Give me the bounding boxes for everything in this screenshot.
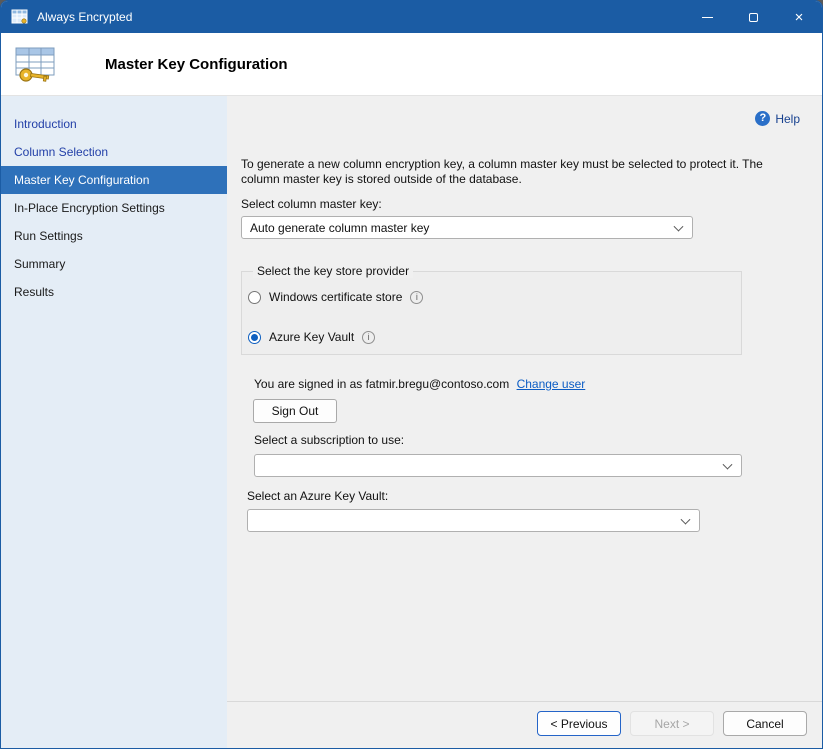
radio-windows-certificate-store[interactable]: Windows certificate store i bbox=[248, 290, 423, 304]
maximize-button[interactable] bbox=[730, 1, 776, 33]
previous-button[interactable]: < Previous bbox=[537, 711, 621, 736]
intro-text: To generate a new column encryption key,… bbox=[241, 157, 791, 187]
help-link[interactable]: ? Help bbox=[755, 111, 800, 126]
help-icon: ? bbox=[755, 111, 770, 126]
chevron-down-icon bbox=[681, 514, 691, 524]
minimize-button[interactable] bbox=[684, 1, 730, 33]
sidebar-item-in-place-encryption[interactable]: In-Place Encryption Settings bbox=[1, 194, 227, 222]
help-label: Help bbox=[775, 112, 800, 126]
page-title: Master Key Configuration bbox=[105, 56, 288, 73]
column-master-key-label: Select column master key: bbox=[241, 197, 382, 211]
key-store-provider-legend: Select the key store provider bbox=[253, 264, 413, 278]
sidebar-item-introduction[interactable]: Introduction bbox=[1, 110, 227, 138]
column-master-key-dropdown[interactable]: Auto generate column master key bbox=[241, 216, 693, 239]
sidebar-item-summary[interactable]: Summary bbox=[1, 250, 227, 278]
close-button[interactable]: × bbox=[776, 1, 822, 33]
chevron-down-icon bbox=[723, 459, 733, 469]
column-master-key-value: Auto generate column master key bbox=[250, 221, 429, 235]
sidebar-item-results[interactable]: Results bbox=[1, 278, 227, 306]
info-icon[interactable]: i bbox=[362, 331, 375, 344]
subscription-dropdown[interactable] bbox=[254, 454, 742, 477]
always-encrypted-window: Always Encrypted × Master Key Configurat… bbox=[0, 0, 823, 749]
sign-out-button[interactable]: Sign Out bbox=[253, 399, 337, 423]
radio-azure-key-vault-label: Azure Key Vault bbox=[269, 330, 354, 344]
sidebar-item-column-selection[interactable]: Column Selection bbox=[1, 138, 227, 166]
sign-in-status: You are signed in as fatmir.bregu@contos… bbox=[254, 377, 585, 391]
table-key-icon bbox=[11, 41, 59, 87]
wizard-header: Master Key Configuration bbox=[1, 33, 822, 96]
titlebar: Always Encrypted × bbox=[1, 1, 822, 33]
close-icon: × bbox=[795, 10, 804, 25]
wizard-steps-sidebar: Introduction Column Selection Master Key… bbox=[1, 96, 227, 749]
chevron-down-icon bbox=[674, 221, 684, 231]
subscription-label: Select a subscription to use: bbox=[254, 433, 404, 447]
sign-in-status-text: You are signed in as fatmir.bregu@contos… bbox=[254, 377, 509, 391]
sidebar-item-run-settings[interactable]: Run Settings bbox=[1, 222, 227, 250]
maximize-icon bbox=[749, 13, 758, 22]
next-button[interactable]: Next > bbox=[630, 711, 714, 736]
key-vault-dropdown[interactable] bbox=[247, 509, 700, 532]
radio-unselected-icon bbox=[248, 291, 261, 304]
window-controls: × bbox=[684, 1, 822, 33]
change-user-link[interactable]: Change user bbox=[517, 377, 586, 391]
cancel-button[interactable]: Cancel bbox=[723, 711, 807, 736]
window-title: Always Encrypted bbox=[37, 10, 132, 24]
info-icon[interactable]: i bbox=[410, 291, 423, 304]
radio-windows-certificate-store-label: Windows certificate store bbox=[269, 290, 402, 304]
radio-azure-key-vault[interactable]: Azure Key Vault i bbox=[248, 330, 375, 344]
key-vault-label: Select an Azure Key Vault: bbox=[247, 489, 388, 503]
footer-separator bbox=[227, 701, 822, 702]
app-icon bbox=[11, 9, 29, 25]
minimize-icon bbox=[702, 17, 713, 18]
sidebar-item-master-key-configuration[interactable]: Master Key Configuration bbox=[1, 166, 227, 194]
radio-selected-icon bbox=[248, 331, 261, 344]
